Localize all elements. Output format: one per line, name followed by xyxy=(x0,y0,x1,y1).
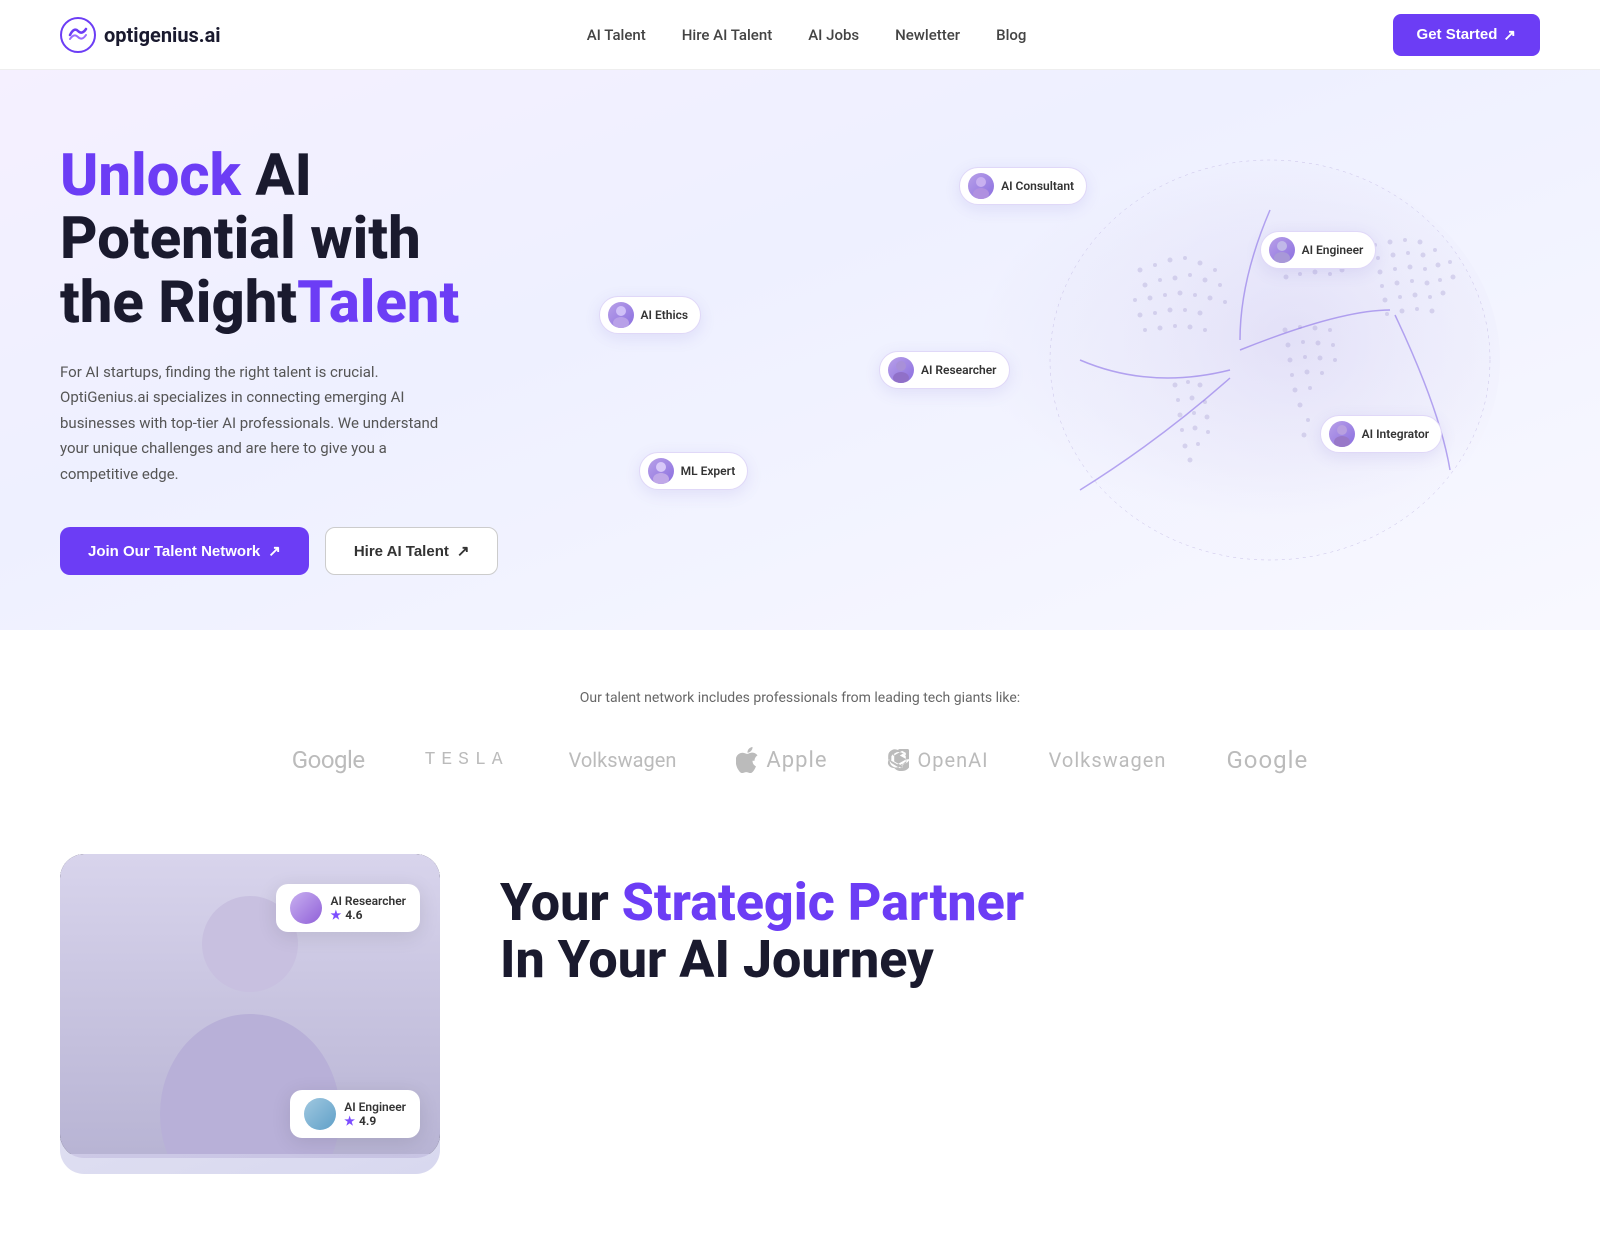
nav-ai-jobs[interactable]: AI Jobs xyxy=(808,26,859,44)
avatar-ml xyxy=(648,458,674,484)
avatar-consultant xyxy=(968,173,994,199)
brand-openai: OpenAI xyxy=(887,748,988,772)
brand-tesla: TESLA xyxy=(425,750,509,770)
join-talent-network-button[interactable]: Join Our Talent Network ↗ xyxy=(60,527,309,575)
get-started-button[interactable]: Get Started ↗ xyxy=(1393,14,1540,56)
hero-right: AI Consultant AI Ethics AI Researcher AI… xyxy=(538,130,1540,590)
badge-role-researcher: AI Researcher xyxy=(330,894,406,908)
arrow-icon: ↗ xyxy=(1503,26,1516,44)
profile-badge-engineer: AI Engineer ★ 4.9 xyxy=(290,1090,420,1138)
strategic-title: Your Strategic Partner In Your AI Journe… xyxy=(500,874,1540,988)
brand-google-2: Google xyxy=(1226,746,1308,774)
talent-node-integrator: AI Integrator xyxy=(1320,415,1442,453)
hero-section: Unlock AI Potential with the RightTalent… xyxy=(0,70,1600,630)
apple-icon xyxy=(736,747,758,773)
brand-volkswagen-2: Volkswagen xyxy=(1049,748,1167,772)
hero-buttons: Join Our Talent Network ↗ Hire AI Talent… xyxy=(60,527,498,575)
badge-stars-engineer: ★ xyxy=(344,1114,355,1128)
avatar-engineer xyxy=(1269,237,1295,263)
nav-links: AI Talent Hire AI Talent AI Jobs Newlett… xyxy=(587,25,1027,44)
navigation: optigenius.ai AI Talent Hire AI Talent A… xyxy=(0,0,1600,70)
badge-stars-researcher: ★ xyxy=(330,908,341,922)
hero-title: Unlock AI Potential with the RightTalent xyxy=(60,145,498,336)
logos-row: Google TESLA Volkswagen Apple OpenAI Vol… xyxy=(60,746,1540,774)
talent-node-researcher: AI Researcher xyxy=(879,351,1010,389)
logo-icon xyxy=(60,17,96,53)
bottom-section: AI Researcher ★ 4.6 AI Engineer ★ 4.9 xyxy=(0,814,1600,1234)
hire-ai-talent-button[interactable]: Hire AI Talent ↗ xyxy=(325,527,499,575)
logos-section: Our talent network includes professional… xyxy=(0,630,1600,814)
hero-left: Unlock AI Potential with the RightTalent… xyxy=(60,145,498,576)
strategic-text: Your Strategic Partner In Your AI Journe… xyxy=(500,854,1540,988)
logo[interactable]: optigenius.ai xyxy=(60,17,221,53)
profile-badge-researcher: AI Researcher ★ 4.6 xyxy=(276,884,420,932)
openai-icon xyxy=(887,749,909,771)
avatar-ethics xyxy=(608,302,634,328)
logos-tagline: Our talent network includes professional… xyxy=(60,690,1540,706)
arrow-icon: ↗ xyxy=(268,542,281,560)
nav-hire-ai-talent[interactable]: Hire AI Talent xyxy=(682,26,772,44)
brand-apple: Apple xyxy=(736,747,827,773)
arrow-icon: ↗ xyxy=(457,542,470,560)
badge-avatar-researcher xyxy=(290,892,322,924)
nav-newsletter[interactable]: Newletter xyxy=(895,26,960,44)
avatar-researcher xyxy=(888,357,914,383)
logo-text: optigenius.ai xyxy=(104,23,221,47)
talent-node-ml: ML Expert xyxy=(639,452,749,490)
talent-node-engineer: AI Engineer xyxy=(1260,231,1377,269)
nav-blog[interactable]: Blog xyxy=(996,26,1026,44)
badge-role-engineer: AI Engineer xyxy=(344,1100,406,1114)
hero-description: For AI startups, finding the right talen… xyxy=(60,360,460,488)
talent-node-consultant: AI Consultant xyxy=(959,167,1087,205)
avatar-integrator xyxy=(1329,421,1355,447)
profile-card-area: AI Researcher ★ 4.6 AI Engineer ★ 4.9 xyxy=(60,854,440,1174)
brand-google-1: Google xyxy=(292,746,365,774)
talent-node-ethics: AI Ethics xyxy=(599,296,701,334)
brand-volkswagen-1: Volkswagen xyxy=(569,748,677,772)
nav-ai-talent[interactable]: AI Talent xyxy=(587,26,646,44)
badge-avatar-engineer xyxy=(304,1098,336,1130)
